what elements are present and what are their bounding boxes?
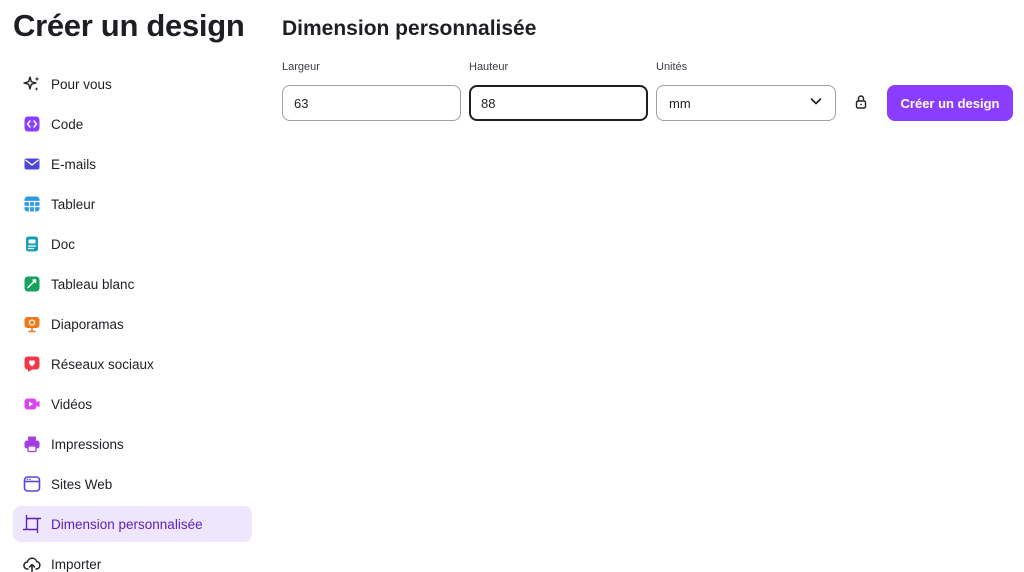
sidebar-item-label: Pour vous <box>51 76 112 92</box>
sidebar-item-tableau-blanc[interactable]: Tableau blanc <box>13 266 252 302</box>
units-label: Unités <box>656 61 688 73</box>
width-label: Largeur <box>282 61 320 73</box>
sidebar-item-label: Vidéos <box>51 396 93 412</box>
sidebar-item-importer[interactable]: Importer <box>13 546 252 572</box>
sidebar-item-label: Code <box>51 116 84 132</box>
sidebar-item-tableur[interactable]: Tableur <box>13 186 252 222</box>
width-input[interactable] <box>282 85 461 121</box>
video-icon <box>23 395 41 413</box>
sidebar: Créer un design Pour vous Code E-mails T… <box>0 0 262 572</box>
section-title: Dimension personnalisée <box>282 17 537 40</box>
height-label: Hauteur <box>469 61 509 73</box>
sidebar-item-label: Dimension personnalisée <box>51 516 203 532</box>
sidebar-item-doc[interactable]: Doc <box>13 226 252 262</box>
sidebar-item-e-mails[interactable]: E-mails <box>13 146 252 182</box>
sidebar-item-label: Réseaux sociaux <box>51 356 154 372</box>
sparkle-icon <box>23 75 41 93</box>
social-heart-icon <box>23 355 41 373</box>
create-design-button[interactable]: Créer un design <box>887 85 1013 121</box>
sidebar-nav: Pour vous Code E-mails Tableur Doc Table… <box>13 66 252 572</box>
sidebar-item-label: E-mails <box>51 156 97 172</box>
doc-icon <box>23 235 41 253</box>
sidebar-item-impressions[interactable]: Impressions <box>13 426 252 462</box>
email-icon <box>23 155 41 173</box>
sidebar-item-label: Tableau blanc <box>51 276 135 292</box>
chevron-down-icon <box>809 94 823 113</box>
sidebar-item-label: Doc <box>51 236 76 252</box>
upload-cloud-icon <box>23 555 41 572</box>
sidebar-item-sites-web[interactable]: Sites Web <box>13 466 252 502</box>
height-input[interactable] <box>469 85 648 121</box>
website-icon <box>23 475 41 493</box>
printer-icon <box>23 435 41 453</box>
sidebar-item-reseaux-sociaux[interactable]: Réseaux sociaux <box>13 346 252 382</box>
sidebar-item-label: Impressions <box>51 436 124 452</box>
sidebar-item-pour-vous[interactable]: Pour vous <box>13 66 252 102</box>
sidebar-item-label: Tableur <box>51 196 96 212</box>
spreadsheet-icon <box>23 195 41 213</box>
custom-size-icon <box>23 515 41 533</box>
units-selected-value: mm <box>669 95 691 111</box>
sidebar-item-code[interactable]: Code <box>13 106 252 142</box>
sidebar-item-label: Importer <box>51 556 102 572</box>
custom-size-panel: Dimension personnalisée Largeur Hauteur … <box>282 0 1024 572</box>
code-icon <box>23 115 41 133</box>
whiteboard-icon <box>23 275 41 293</box>
page-title: Créer un design <box>13 8 245 43</box>
presentation-icon <box>23 315 41 333</box>
sidebar-item-diaporamas[interactable]: Diaporamas <box>13 306 252 342</box>
units-select[interactable]: mm <box>656 85 836 121</box>
lock-open-icon[interactable] <box>854 94 868 110</box>
sidebar-item-label: Sites Web <box>51 476 113 492</box>
sidebar-item-videos[interactable]: Vidéos <box>13 386 252 422</box>
sidebar-item-label: Diaporamas <box>51 316 124 332</box>
sidebar-item-dimension-personnalisee[interactable]: Dimension personnalisée <box>13 506 252 542</box>
